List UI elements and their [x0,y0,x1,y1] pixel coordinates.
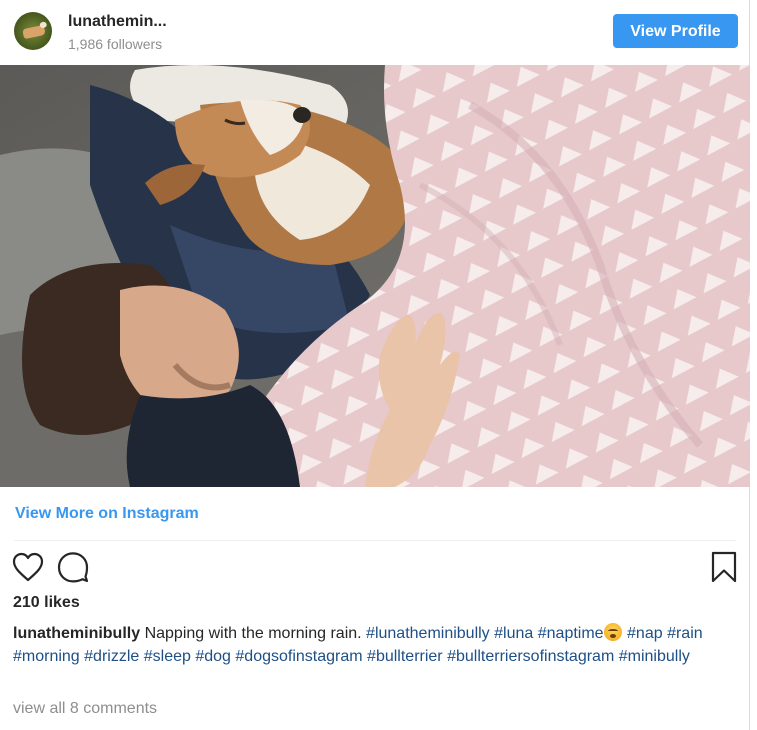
hashtag-group: #lunatheminibully #luna #naptime [366,625,604,642]
hashtag-link[interactable]: #morning [13,648,80,665]
like-count[interactable]: 210 likes [13,594,80,612]
hashtag-link[interactable]: #dog [195,648,231,665]
header-username[interactable]: lunathemin... [68,13,167,31]
caption-username[interactable]: lunatheminibully [13,625,140,642]
hashtag-link[interactable]: #lunatheminibully [366,625,490,642]
dog-avatar-icon[interactable] [14,12,52,50]
post-photo[interactable] [0,65,750,487]
hashtag-link[interactable]: #rain [667,625,703,642]
hashtag-link[interactable]: #bullterriersofinstagram [447,648,614,665]
caption-text: Napping with the morning rain. [144,625,362,642]
sleeping-face-emoji-icon [603,623,622,641]
view-more-on-instagram-link[interactable]: View More on Instagram [15,505,199,523]
follower-count: 1,986 followers [68,36,163,52]
comment-icon[interactable] [57,551,89,583]
view-all-comments-link[interactable]: view all 8 comments [13,700,157,718]
photo-illustration [0,65,750,487]
post-caption: lunatheminibully Napping with the mornin… [13,623,738,668]
avatar-dog-shape [22,24,46,40]
view-profile-button[interactable]: View Profile [613,14,738,48]
heart-icon[interactable] [12,552,44,582]
instagram-embed-card: lunathemin... 1,986 followers View Profi… [0,0,750,730]
divider [14,540,736,541]
hashtag-link[interactable]: #minibully [619,648,690,665]
bookmark-icon[interactable] [710,551,738,583]
hashtag-link[interactable]: #sleep [144,648,191,665]
post-header: lunathemin... 1,986 followers View Profi… [0,0,750,64]
hashtag-link[interactable]: #dogsofinstagram [235,648,362,665]
hashtag-link[interactable]: #naptime [538,625,604,642]
hashtag-link[interactable]: #drizzle [84,648,139,665]
hashtag-link[interactable]: #nap [627,625,663,642]
hashtag-link[interactable]: #bullterrier [367,648,443,665]
hashtag-link[interactable]: #luna [494,625,533,642]
